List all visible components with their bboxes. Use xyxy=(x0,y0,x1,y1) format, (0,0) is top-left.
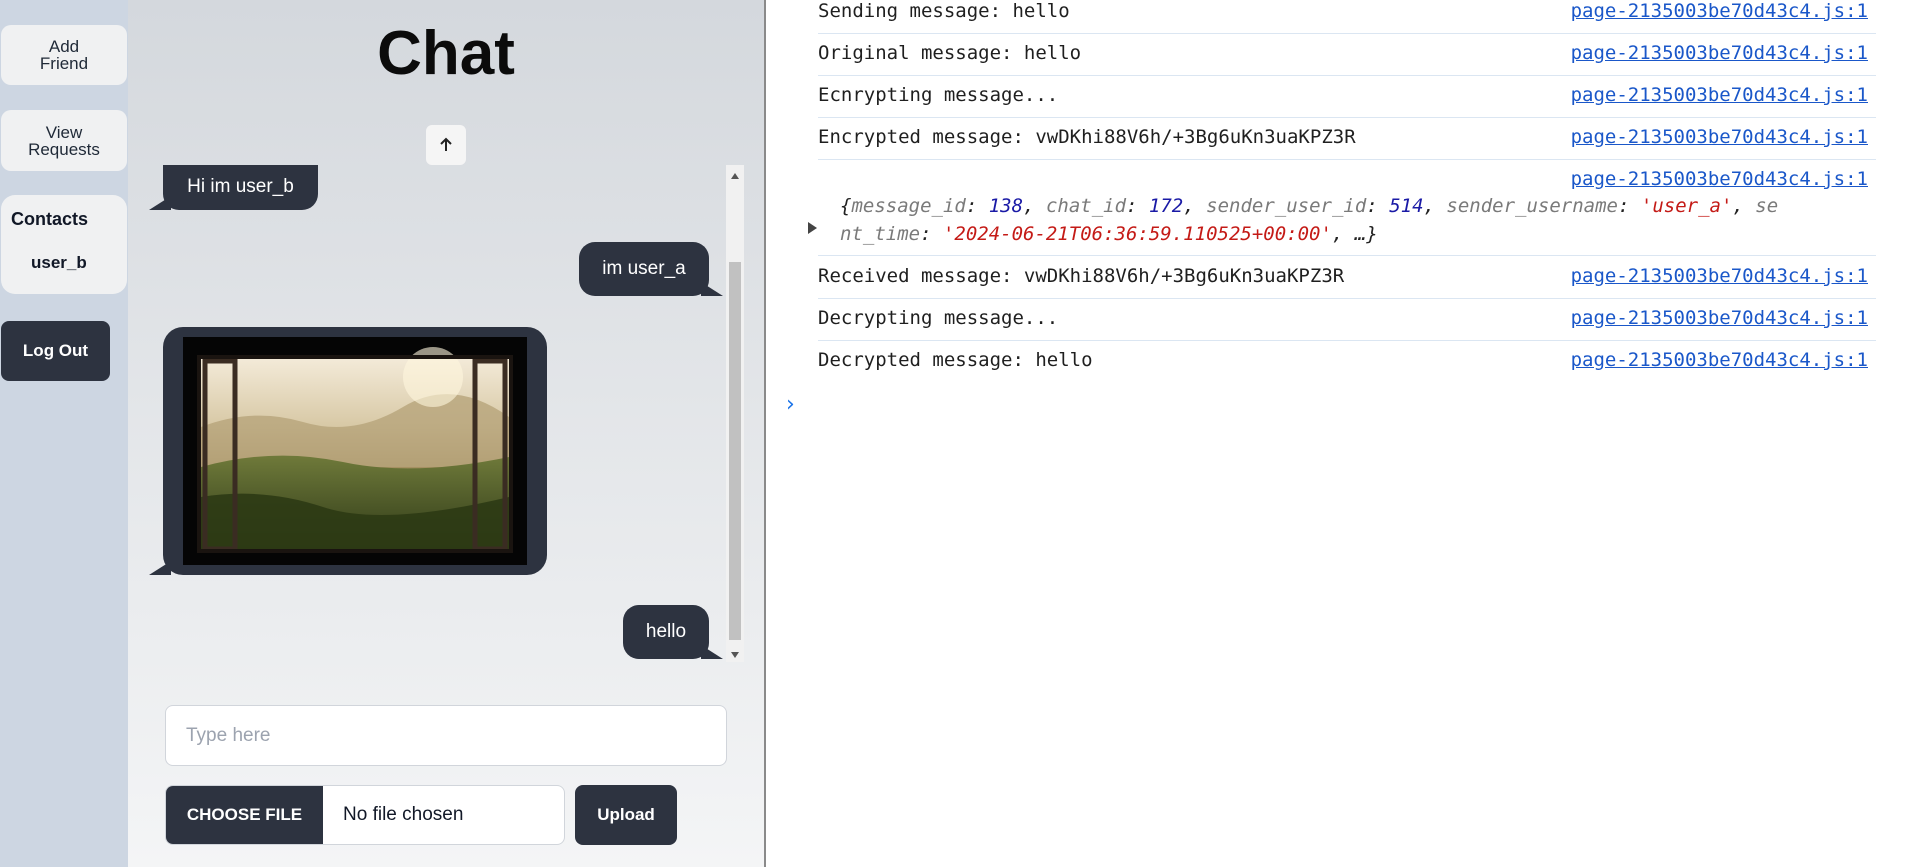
log-message: Decrypted message: hello xyxy=(818,349,1093,371)
log-source-link[interactable]: page-2135003be70d43c4.js:1 xyxy=(1571,126,1868,148)
image-message-bubble xyxy=(149,327,547,575)
page-title: Chat xyxy=(377,19,515,88)
object-preview-line-2[interactable]: nt_time: '2024-06-21T06:36:59.110525+00:… xyxy=(840,223,1378,245)
choose-file-button[interactable]: CHOOSE FILE xyxy=(166,786,323,844)
message-bubble-sent: hello xyxy=(623,605,723,659)
arrow-up-icon xyxy=(440,137,452,151)
logout-button[interactable]: Log Out xyxy=(1,321,110,381)
message-bubble-received: Hi im user_b xyxy=(149,165,318,210)
log-source-link[interactable]: page-2135003be70d43c4.js:1 xyxy=(1571,84,1868,106)
message-text: im user_a xyxy=(602,258,686,279)
contact-item-user-b[interactable]: user_b xyxy=(31,253,87,273)
scrollbar-up-arrow[interactable] xyxy=(731,173,739,179)
log-message: Encrypted message: vwDKhi88V6h/+3Bg6uKn3… xyxy=(818,126,1356,148)
console-log-row: Ecnrypting message... page-2135003be70d4… xyxy=(818,84,1876,118)
scroll-up-button[interactable] xyxy=(426,125,466,165)
message-image[interactable] xyxy=(183,337,527,565)
add-friend-label: Add Friend xyxy=(39,37,89,73)
scrollbar-thumb[interactable] xyxy=(729,262,741,640)
console-log-row: Original message: hello page-2135003be70… xyxy=(818,42,1876,76)
log-source-link[interactable]: page-2135003be70d43c4.js:1 xyxy=(1571,0,1868,22)
file-status: No file chosen xyxy=(343,804,464,825)
file-picker[interactable]: CHOOSE FILE No file chosen xyxy=(165,785,565,845)
message-list[interactable]: Hi im user_b im user_a hello xyxy=(128,165,728,662)
message-text: Hi im user_b xyxy=(187,175,294,197)
log-message: Received message: vwDKhi88V6h/+3Bg6uKn3u… xyxy=(818,265,1345,287)
contacts-panel: Contacts user_b xyxy=(1,195,127,294)
message-bubble-sent: im user_a xyxy=(579,242,723,296)
message-text: hello xyxy=(645,621,687,642)
upload-button[interactable]: Upload xyxy=(575,785,677,845)
contacts-title: Contacts xyxy=(11,209,89,229)
expand-triangle-icon[interactable] xyxy=(808,222,817,234)
console-log-row: Encrypted message: vwDKhi88V6h/+3Bg6uKn3… xyxy=(818,126,1876,160)
message-scrollbar[interactable] xyxy=(726,165,744,662)
log-message: Ecnrypting message... xyxy=(818,84,1059,106)
view-requests-button[interactable]: View Requests xyxy=(1,110,127,171)
message-input[interactable] xyxy=(165,705,727,766)
console-log-row: Decrypted message: hello page-2135003be7… xyxy=(818,349,1876,383)
object-preview-line-1[interactable]: {message_id: 138, chat_id: 172, sender_u… xyxy=(840,195,1778,217)
console-prompt-chevron-icon[interactable]: › xyxy=(786,392,795,417)
chat-panel: Chat Hi im user_b im user_a hello Type h… xyxy=(128,0,764,867)
log-source-link[interactable]: page-2135003be70d43c4.js:1 xyxy=(1571,307,1868,329)
console-log-row: Sending message: hello page-2135003be70d… xyxy=(818,0,1876,34)
log-message: Decrypting message... xyxy=(818,307,1059,329)
scrollbar-down-arrow[interactable] xyxy=(731,652,739,658)
console-object-row: page-2135003be70d43c4.js:1 {message_id: … xyxy=(808,168,1876,256)
add-friend-button[interactable]: Add Friend xyxy=(1,25,127,85)
log-source-link[interactable]: page-2135003be70d43c4.js:1 xyxy=(1571,42,1868,64)
log-source-link[interactable]: page-2135003be70d43c4.js:1 xyxy=(1571,265,1868,287)
log-source-link[interactable]: page-2135003be70d43c4.js:1 xyxy=(1571,349,1868,371)
log-message: Sending message: hello xyxy=(818,0,1070,22)
console-log-row: Decrypting message... page-2135003be70d4… xyxy=(818,307,1876,341)
console-log-row: Received message: vwDKhi88V6h/+3Bg6uKn3u… xyxy=(818,265,1876,299)
log-source-link[interactable]: page-2135003be70d43c4.js:1 xyxy=(1571,168,1868,190)
devtools-console: Sending message: hello page-2135003be70d… xyxy=(766,0,1918,867)
sidebar: Add Friend View Requests Contacts user_b… xyxy=(0,0,128,867)
log-message: Original message: hello xyxy=(818,42,1082,64)
view-requests-label: View Requests xyxy=(28,122,100,159)
